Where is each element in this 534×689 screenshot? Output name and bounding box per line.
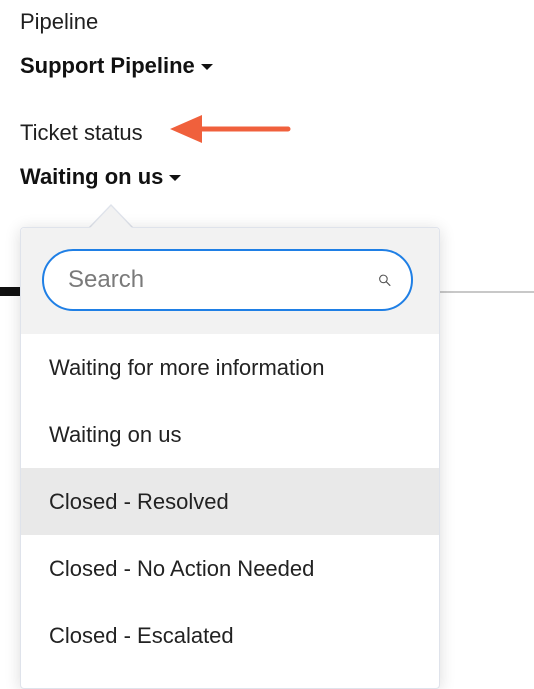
caret-down-icon [200, 64, 213, 70]
option-label: Waiting for more information [49, 354, 325, 380]
search-input[interactable] [68, 266, 378, 294]
annotation-arrow-icon [170, 115, 291, 143]
option-closed-escalated[interactable]: Closed - Escalated [21, 602, 439, 669]
option-closed-no-action-needed[interactable]: Closed - No Action Needed [21, 535, 439, 602]
option-waiting-for-more-information[interactable]: Waiting for more information [21, 334, 439, 401]
status-options-list: Waiting for more information Waiting on … [21, 334, 439, 669]
pipeline-select[interactable]: Support Pipeline [20, 53, 213, 79]
search-icon[interactable] [378, 268, 391, 292]
ticket-status-select[interactable]: Waiting on us [20, 164, 182, 190]
pipeline-label: Pipeline [20, 9, 99, 34]
pipeline-select-value: Support Pipeline [20, 53, 195, 78]
search-box[interactable] [42, 249, 413, 311]
option-label: Closed - No Action Needed [49, 555, 315, 581]
ticket-status-select-value: Waiting on us [20, 164, 164, 189]
option-label: Closed - Resolved [49, 488, 229, 514]
status-dropdown: Waiting for more information Waiting on … [20, 227, 440, 689]
dropdown-search-area [21, 228, 439, 334]
background-divider-right [430, 291, 534, 293]
option-label: Waiting on us [49, 421, 182, 447]
option-waiting-on-us[interactable]: Waiting on us [21, 401, 439, 468]
dropdown-pointer-fill [90, 206, 132, 228]
option-closed-resolved[interactable]: Closed - Resolved [21, 468, 439, 535]
option-label: Closed - Escalated [49, 622, 234, 648]
caret-down-icon [169, 175, 182, 181]
ticket-status-label: Ticket status [20, 120, 143, 145]
